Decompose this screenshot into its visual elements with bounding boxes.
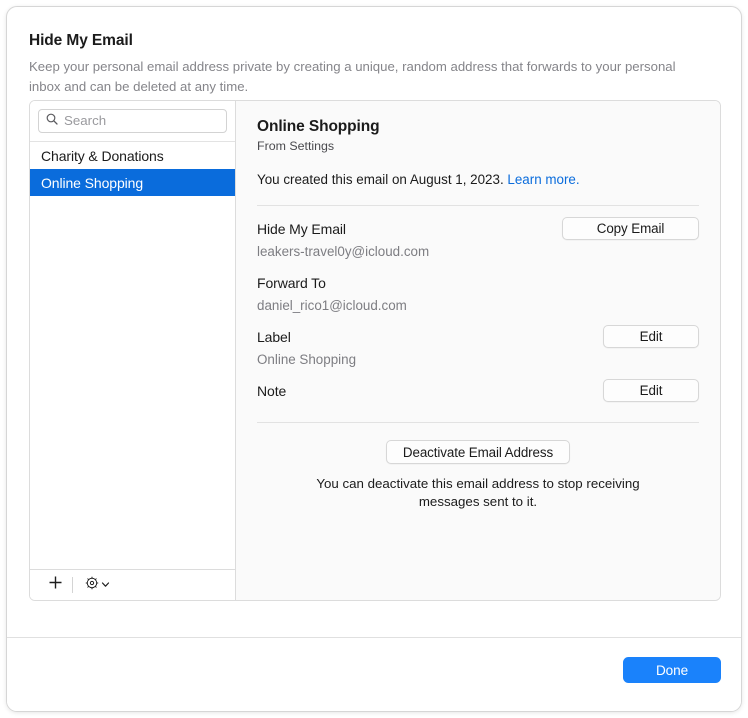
edit-label-button[interactable]: Edit xyxy=(603,325,699,348)
search-bar: Search xyxy=(30,101,235,141)
forward-to-value: daniel_rico1@icloud.com xyxy=(257,297,699,314)
created-text: You created this email on August 1, 2023… xyxy=(257,172,507,187)
row-hide-my-email: Hide My Email leakers-travel0y@icloud.co… xyxy=(257,206,699,260)
hide-my-email-value: leakers-travel0y@icloud.com xyxy=(257,243,699,260)
hide-my-email-window: Hide My Email Keep your personal email a… xyxy=(6,6,742,712)
plus-icon xyxy=(48,575,63,595)
row-note: Note Edit xyxy=(257,368,699,400)
settings-menu-button[interactable] xyxy=(75,570,119,600)
window-header: Hide My Email Keep your personal email a… xyxy=(7,7,742,96)
deactivate-section: Deactivate Email Address You can deactiv… xyxy=(257,440,699,511)
divider-bottom xyxy=(257,422,699,423)
created-info: You created this email on August 1, 2023… xyxy=(257,171,699,188)
page-title: Hide My Email xyxy=(29,31,721,51)
add-button[interactable] xyxy=(40,570,70,600)
label-value: Online Shopping xyxy=(257,351,699,368)
row-forward-to: Forward To daniel_rico1@icloud.com xyxy=(257,260,699,314)
list-item-label: Online Shopping xyxy=(41,175,143,191)
row-label-field: Label Online Shopping Edit xyxy=(257,314,699,368)
detail-title: Online Shopping xyxy=(257,117,699,136)
list-item-selected[interactable]: Online Shopping xyxy=(30,169,235,196)
search-icon xyxy=(46,112,58,130)
row-label: Forward To xyxy=(257,274,699,292)
footer-bar: Done xyxy=(7,638,742,712)
learn-more-link[interactable]: Learn more. xyxy=(507,172,579,187)
deactivate-note: You can deactivate this email address to… xyxy=(257,475,699,511)
gear-icon xyxy=(85,576,99,595)
edit-note-button[interactable]: Edit xyxy=(603,379,699,402)
detail-source: From Settings xyxy=(257,138,699,154)
sidebar-footer xyxy=(30,569,235,600)
search-input[interactable]: Search xyxy=(38,109,227,133)
toolbar-divider xyxy=(72,577,73,593)
chevron-down-icon xyxy=(101,576,110,594)
list-item[interactable]: Charity & Donations xyxy=(30,142,235,169)
email-list[interactable]: Charity & Donations Online Shopping xyxy=(30,141,235,569)
sidebar: Search Charity & Donations Online Shoppi… xyxy=(30,101,236,600)
detail-pane: Online Shopping From Settings You create… xyxy=(236,101,720,600)
page-subtitle: Keep your personal email address private… xyxy=(29,57,705,96)
copy-email-button[interactable]: Copy Email xyxy=(562,217,699,240)
search-placeholder: Search xyxy=(64,113,106,129)
done-button[interactable]: Done xyxy=(623,657,721,683)
deactivate-email-button[interactable]: Deactivate Email Address xyxy=(386,440,570,464)
list-item-label: Charity & Donations xyxy=(41,148,164,164)
split-panel: Search Charity & Donations Online Shoppi… xyxy=(29,100,721,601)
